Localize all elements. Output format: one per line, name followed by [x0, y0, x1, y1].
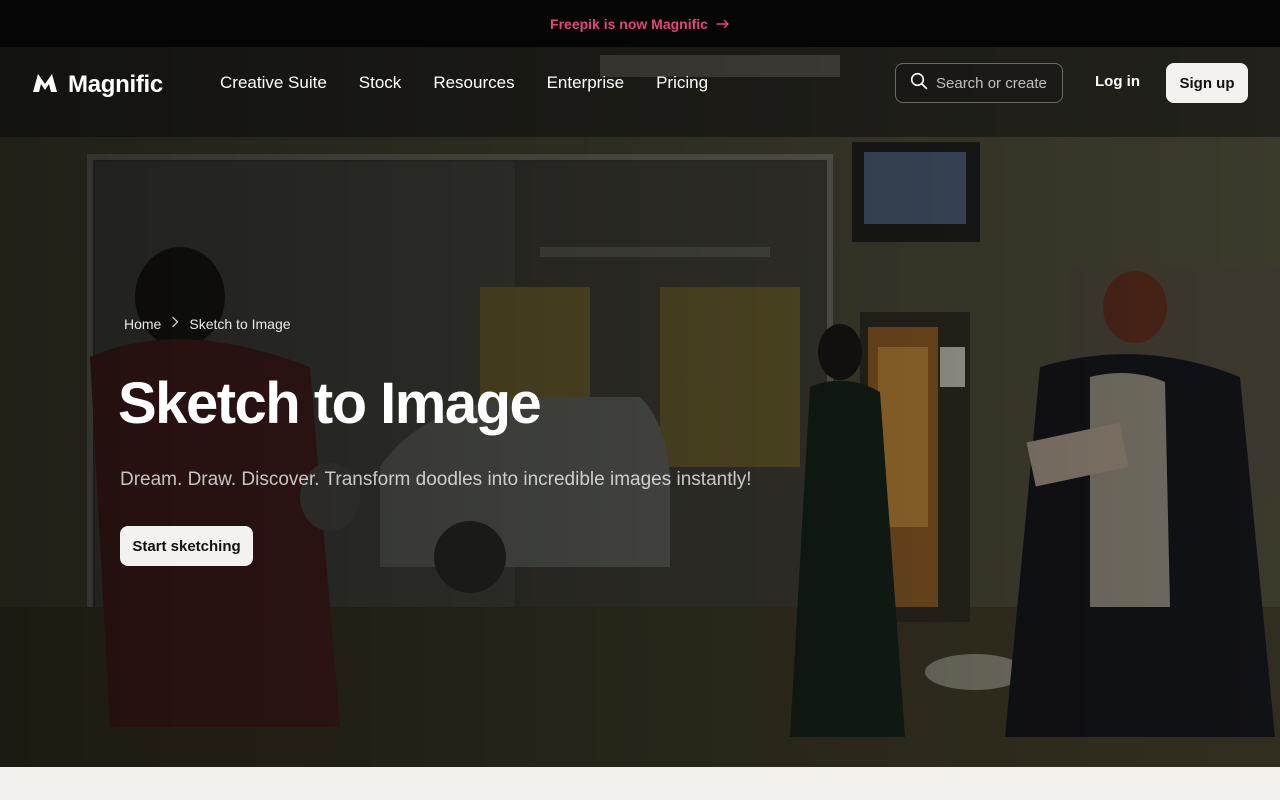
- hero-section: Magnific Creative Suite Stock Resources …: [0, 47, 1280, 767]
- signup-button[interactable]: Sign up: [1166, 63, 1248, 103]
- magnific-logo-icon: [32, 73, 58, 98]
- menu-item-pricing[interactable]: Pricing: [656, 71, 708, 95]
- menu-item-resources[interactable]: Resources: [433, 71, 514, 95]
- breadcrumb: Home Sketch to Image: [124, 315, 291, 333]
- search-input[interactable]: [936, 74, 1056, 92]
- announcement-text: Freepik is now Magnific: [550, 15, 708, 32]
- arrow-right-icon: [716, 19, 730, 29]
- menu-item-stock[interactable]: Stock: [359, 71, 402, 95]
- search-box[interactable]: [895, 63, 1063, 103]
- search-icon: [910, 72, 928, 95]
- breadcrumb-home[interactable]: Home: [124, 316, 161, 332]
- chevron-right-icon: [171, 315, 179, 333]
- brand-name: Magnific: [68, 71, 163, 98]
- content-section-top: [0, 767, 1280, 800]
- menu-item-creative-suite[interactable]: Creative Suite: [220, 71, 327, 95]
- announcement-bar[interactable]: Freepik is now Magnific: [0, 0, 1280, 47]
- brand-logo[interactable]: Magnific: [32, 71, 163, 99]
- menu-item-enterprise[interactable]: Enterprise: [547, 71, 624, 95]
- breadcrumb-current: Sketch to Image: [189, 316, 291, 332]
- page-subtitle: Dream. Draw. Discover. Transform doodles…: [120, 469, 752, 490]
- top-navigation: Magnific Creative Suite Stock Resources …: [0, 47, 1280, 119]
- page-title: Sketch to Image: [118, 371, 542, 436]
- login-button[interactable]: Log in: [1095, 73, 1140, 90]
- start-sketching-button[interactable]: Start sketching: [120, 526, 253, 566]
- main-menu: Creative Suite Stock Resources Enterpris…: [220, 71, 708, 95]
